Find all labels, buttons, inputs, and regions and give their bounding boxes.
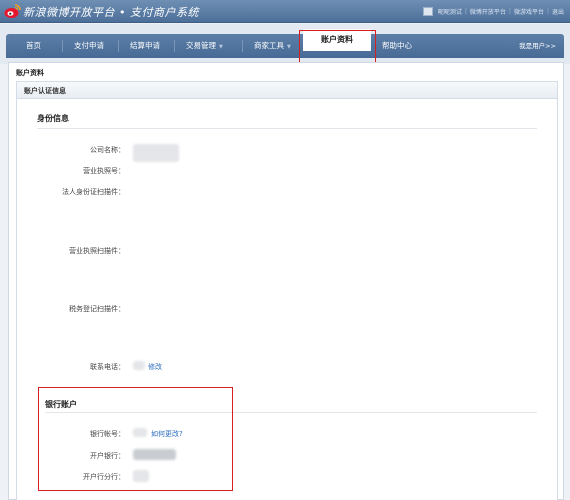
tax-scan-label: 税务登记扫描件： <box>69 305 125 313</box>
license-scan-label: 营业执照扫描件： <box>69 247 125 255</box>
link-separator: | <box>464 8 467 15</box>
main-nav: 首页 支付申请 结算申请 交易管理 ▼ 商家工具 ▼ 帮助中心 我是用户>> 账户资… <box>0 24 570 64</box>
link-separator: | <box>546 8 549 15</box>
nav-merchant-tools[interactable]: 商家工具 ▼ <box>254 34 291 58</box>
company-name-label: 公司名称： <box>90 146 125 154</box>
chevron-down-icon: ▼ <box>287 44 291 50</box>
nav-strip: 首页 支付申请 结算申请 交易管理 ▼ 商家工具 ▼ 帮助中心 我是用户>> <box>6 34 564 58</box>
panel-header: 账户认证信息 <box>17 82 557 99</box>
chevron-down-icon: ▼ <box>219 44 223 50</box>
license-number-label: 营业执照号： <box>83 167 125 175</box>
nav-divider <box>62 40 63 52</box>
breadcrumb: 账户资料 <box>16 69 44 77</box>
company-name-value <box>133 144 179 162</box>
highlight-box-nav <box>299 30 376 63</box>
nav-divider <box>118 40 119 52</box>
highlight-box-bank <box>38 387 233 491</box>
identity-section-title: 身份信息 <box>37 114 69 123</box>
nav-transaction-mgmt[interactable]: 交易管理 ▼ <box>186 34 223 58</box>
weibo-logo-icon <box>4 4 21 18</box>
link-separator: | <box>508 8 511 15</box>
nav-home[interactable]: 首页 <box>26 34 41 58</box>
account-name[interactable]: 昵昵测试 <box>438 7 462 16</box>
game-platform-link[interactable]: 微游戏平台 <box>514 7 544 16</box>
nav-help-center[interactable]: 帮助中心 <box>382 34 412 58</box>
phone-value <box>133 361 145 370</box>
nav-user-link[interactable]: 我是用户>> <box>519 34 556 58</box>
phone-modify-link[interactable]: 修改 <box>148 362 162 372</box>
avatar <box>422 7 433 16</box>
app-title: 新浪微博开放平台 • 支付商户系统 <box>23 6 199 19</box>
weibo-open-platform-link[interactable]: 微博开放平台 <box>470 7 506 16</box>
phone-label: 联系电话： <box>90 363 125 371</box>
nav-divider <box>174 40 175 52</box>
nav-divider <box>242 40 243 52</box>
nav-merchant-tools-label: 商家工具 <box>254 41 284 50</box>
logout-link[interactable]: 退出 <box>552 7 564 16</box>
panel-title: 账户认证信息 <box>24 87 66 95</box>
legal-id-scan-label: 法人身份证扫描件： <box>62 188 125 196</box>
nav-payment-apply[interactable]: 支付申请 <box>74 34 104 58</box>
account-links: 昵昵测试 | 微博开放平台 | 微游戏平台 | 退出 <box>422 7 564 16</box>
nav-settlement-apply[interactable]: 结算申请 <box>130 34 160 58</box>
nav-transaction-mgmt-label: 交易管理 <box>186 41 216 50</box>
top-header: 新浪微博开放平台 • 支付商户系统 昵昵测试 | 微博开放平台 | 微游戏平台 … <box>0 0 570 23</box>
section-divider <box>37 128 537 129</box>
